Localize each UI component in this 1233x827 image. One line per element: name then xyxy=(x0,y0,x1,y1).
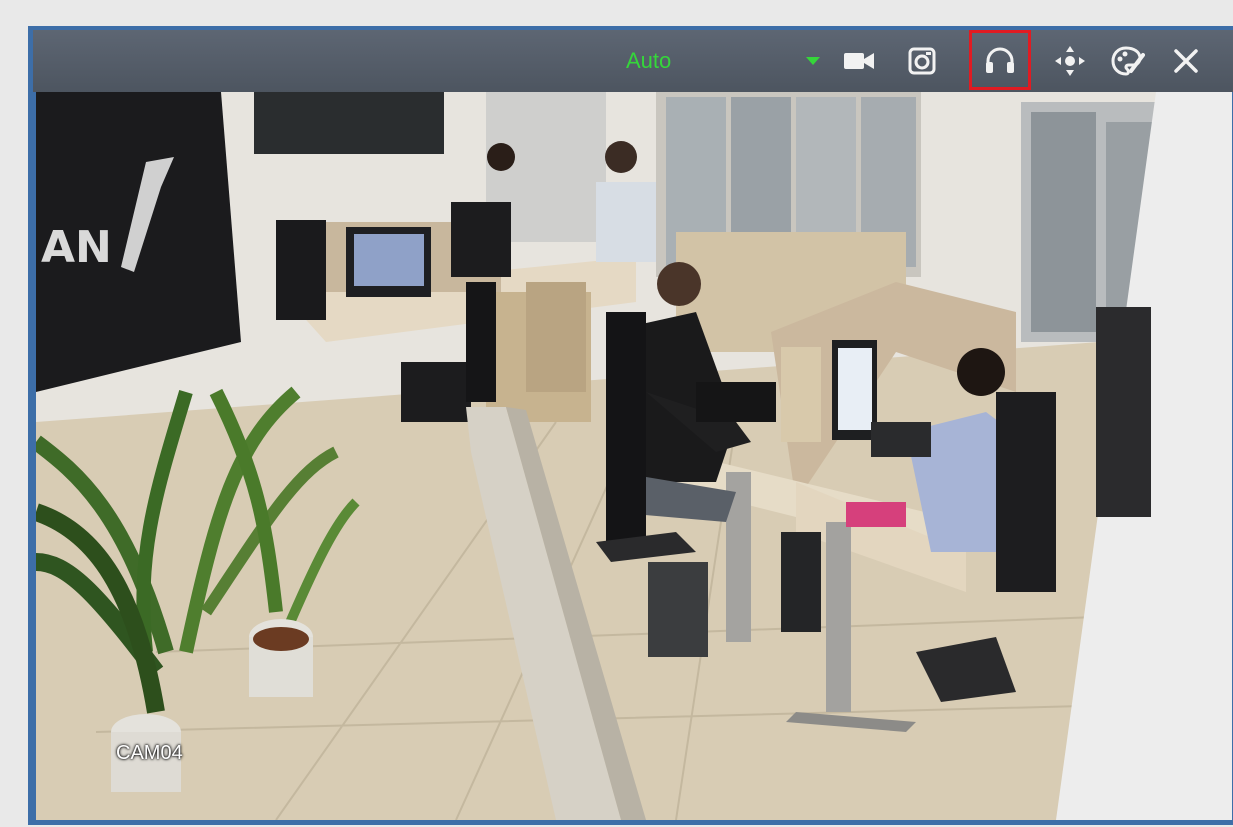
image-settings-icon xyxy=(1111,46,1145,76)
record-button[interactable] xyxy=(838,40,880,82)
live-view-toolbar: Auto xyxy=(33,30,1233,92)
camera-video-feed[interactable]: AN CAM04 xyxy=(36,92,1232,820)
stream-mode-select[interactable]: Auto xyxy=(618,44,820,78)
audio-button[interactable] xyxy=(969,30,1031,90)
record-icon xyxy=(844,53,874,69)
svg-text:AN: AN xyxy=(41,222,112,273)
audio-headphones-icon xyxy=(986,47,1014,73)
snapshot-button[interactable] xyxy=(901,40,943,82)
image-settings-button[interactable] xyxy=(1107,40,1149,82)
office-scene: AN xyxy=(36,92,1232,820)
close-icon xyxy=(1174,49,1198,73)
stream-mode-value: Auto xyxy=(626,48,672,73)
ptz-move-icon xyxy=(1055,46,1085,76)
chevron-down-icon[interactable] xyxy=(806,57,820,65)
camera-label: CAM04 xyxy=(116,742,183,764)
ptz-button[interactable] xyxy=(1049,40,1091,82)
snapshot-icon xyxy=(908,47,936,75)
close-button[interactable] xyxy=(1165,40,1207,82)
